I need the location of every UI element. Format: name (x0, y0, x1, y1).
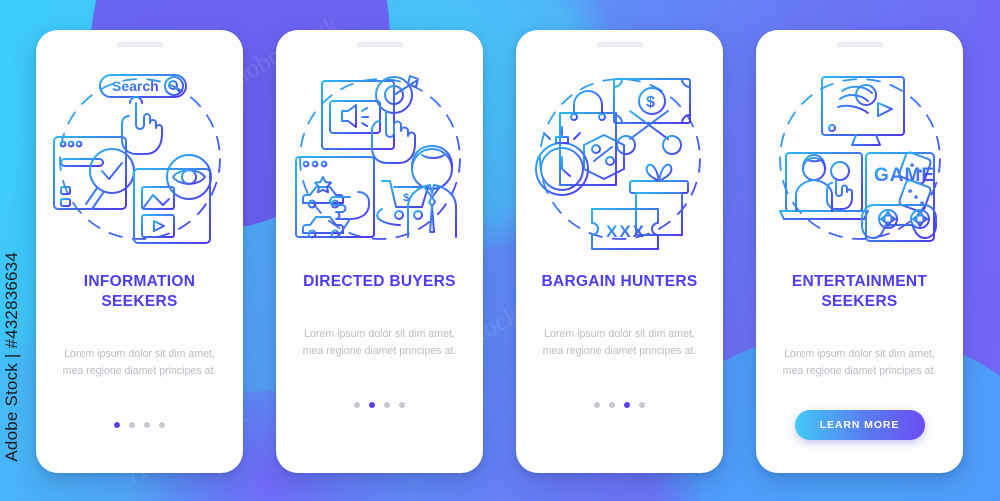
pagination-dot-2[interactable] (129, 421, 135, 428)
pagination-dot-3[interactable] (384, 402, 390, 409)
card-body-text: Lorem ipsum dolor sit dim amet, mea regi… (782, 347, 937, 377)
pagination-dot-1[interactable] (114, 421, 120, 428)
learn-more-button[interactable]: LEARN MORE (794, 409, 925, 440)
pagination-dot-1[interactable] (354, 402, 360, 409)
pagination-dots[interactable] (114, 421, 165, 428)
svg-text:$: $ (646, 94, 655, 111)
illustration-bargain-deals: $ XXX (516, 51, 723, 266)
svg-text:Search: Search (112, 78, 159, 94)
pagination-dot-3[interactable] (144, 421, 150, 428)
onboarding-card-entertainment-seekers[interactable]: GAME ENTERTAINMENT SEEKERS Lorem ipsum d… (756, 30, 963, 473)
card-body-text: Lorem ipsum dolor sit dim amet, mea regi… (62, 347, 217, 377)
pagination-dots[interactable] (594, 402, 645, 409)
phone-speaker-bar (115, 42, 164, 47)
card-title-line-1: INFORMATION (83, 273, 196, 290)
illustration-ad-target-cart-salesman: $ (276, 51, 483, 266)
pagination-dot-4[interactable] (399, 402, 405, 409)
card-title-line-2: SEEKERS (821, 292, 898, 310)
pagination-dot-4[interactable] (639, 402, 645, 409)
pagination-dot-2[interactable] (369, 402, 375, 409)
card-title: DIRECTED BUYERS (303, 273, 456, 290)
phone-speaker-bar (835, 42, 884, 47)
phone-speaker-bar (355, 42, 404, 47)
card-title: INFORMATION SEEKERS (72, 272, 208, 312)
onboarding-card-directed-buyers[interactable]: $ DIRECTED BUYERS Lorem ipsum dolor sit … (276, 30, 483, 473)
pagination-dots[interactable] (354, 402, 405, 409)
pagination-dot-1[interactable] (594, 402, 600, 409)
card-body-text: Lorem ipsum dolor sit dim amet, mea regi… (542, 327, 697, 357)
svg-text:XXX: XXX (606, 222, 646, 241)
card-title: BARGAIN HUNTERS (541, 273, 698, 290)
onboarding-screens-graphic: Adobe Stock Adobe Stock Adobe Stock Adob… (0, 0, 1000, 501)
card-title: ENTERTAINMENT SEEKERS (780, 272, 939, 312)
card-title-line-2: SEEKERS (101, 292, 178, 310)
card-title-line-1: ENTERTAINMENT (791, 273, 928, 290)
pagination-dot-4[interactable] (159, 421, 165, 428)
illustration-entertainment-media-gaming: GAME (756, 51, 963, 266)
card-body-text: Lorem ipsum dolor sit dim amet, mea regi… (302, 327, 457, 357)
pagination-dot-3[interactable] (624, 402, 630, 409)
phone-speaker-bar (595, 42, 644, 47)
illustration-search-browser-hand-media: Search (36, 51, 243, 266)
onboarding-card-bargain-hunters[interactable]: $ XXX BARGAIN HUNTERS Lorem ipsum dolor … (516, 30, 723, 473)
onboarding-card-information-seekers[interactable]: Search INFORMATION SEEKERS Lorem ipsum d… (36, 30, 243, 473)
pagination-dot-2[interactable] (609, 402, 615, 409)
